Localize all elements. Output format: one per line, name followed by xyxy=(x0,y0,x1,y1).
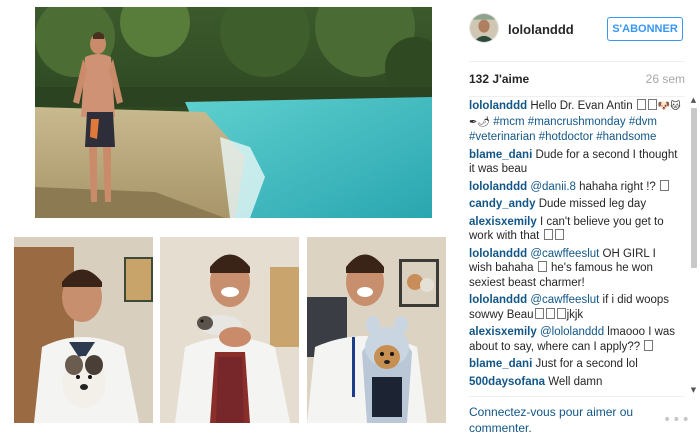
missing-emoji-icon xyxy=(556,307,566,319)
emoji-icon: 🐶🐱 xyxy=(657,101,681,112)
photo-doctor-with-costumed-dog[interactable] xyxy=(307,237,446,423)
divider xyxy=(469,396,685,397)
hashtag-link[interactable]: #hotdoctor xyxy=(539,131,593,143)
comment-item: lololanddd @cawffeeslut if i did woops s… xyxy=(469,293,681,322)
comment-item: alexisxemily @lololanddd lmaooo I was ab… xyxy=(469,325,681,354)
comment-author[interactable]: lololanddd xyxy=(469,100,527,112)
post-header: lololanddd S'ABONNER xyxy=(458,0,700,58)
comment-item: alexisxemily I can't believe you get to … xyxy=(469,215,681,244)
comment-author[interactable]: candy_andy xyxy=(469,198,535,210)
comment-text: jkjk xyxy=(566,308,584,321)
comment-text: Dude missed leg day xyxy=(538,198,647,210)
comment-text: hahaha right !? xyxy=(575,180,660,193)
photo-doctor-with-puppy[interactable] xyxy=(14,237,153,423)
comment-list: lololanddd Hello Dr. Evan Antin 🐶🐱 ✒🌶 #m… xyxy=(469,99,681,394)
comment-author[interactable]: alexisxemily xyxy=(469,326,537,338)
photo-doctor-with-rat[interactable] xyxy=(160,237,299,423)
missing-emoji-icon xyxy=(545,307,555,319)
mention-link[interactable]: @cawffeeslut xyxy=(530,294,599,306)
mention-link[interactable]: @danii.8 xyxy=(530,181,576,193)
hashtag-link[interactable]: #handsome xyxy=(596,131,656,143)
emoji-icon: ✒🌶 xyxy=(469,116,491,128)
missing-emoji-icon xyxy=(660,179,670,191)
post-sidebar: lololanddd S'ABONNER 132 J'aime 26 sem l… xyxy=(458,0,700,436)
missing-emoji-icon xyxy=(644,339,654,351)
missing-emoji-icon xyxy=(537,261,547,272)
comment-author[interactable]: blame_dani xyxy=(469,149,532,161)
comment-author[interactable]: lololanddd xyxy=(469,248,527,260)
missing-emoji-icon xyxy=(554,229,564,240)
comment-item: blame_dani Dude for a second I thought i… xyxy=(469,148,681,177)
comment-author[interactable]: 500daysofana xyxy=(469,376,545,388)
comment-author[interactable]: alexisxemily xyxy=(469,216,537,228)
hashtag-link[interactable]: #mancrushmonday xyxy=(528,116,626,128)
follow-button[interactable]: S'ABONNER xyxy=(607,17,683,41)
comment-text: Just for a second lol xyxy=(535,358,638,370)
post-timestamp[interactable]: 26 sem xyxy=(646,72,685,86)
hashtag-link[interactable]: #mcm xyxy=(493,116,524,128)
missing-emoji-icon xyxy=(636,99,646,110)
missing-emoji-icon xyxy=(534,307,544,319)
comment-item: lololanddd Hello Dr. Evan Antin 🐶🐱 ✒🌶 #m… xyxy=(469,99,681,145)
login-to-like-link[interactable]: Connectez-vous pour aimer ou commenter. xyxy=(469,404,639,436)
scroll-up-arrow-icon[interactable]: ▲ xyxy=(690,96,697,104)
like-count[interactable]: 132 J'aime xyxy=(469,72,529,86)
scroll-thumb[interactable] xyxy=(691,108,697,268)
comment-item: lololanddd @cawffeeslut OH GIRL I wish b… xyxy=(469,247,681,291)
missing-emoji-icon xyxy=(647,99,657,110)
comment-item: lololanddd @danii.8 hahaha right !? xyxy=(469,179,681,195)
comment-item: 500daysofana Well damn xyxy=(469,375,681,390)
comment-author[interactable]: blame_dani xyxy=(469,358,532,370)
divider xyxy=(469,96,685,97)
post-media xyxy=(0,0,458,436)
comments-scrollbar[interactable]: ▲ ▼ xyxy=(689,96,698,394)
comment-item: candy_andy Dude missed leg day xyxy=(469,197,681,212)
divider xyxy=(469,61,685,62)
scroll-down-arrow-icon[interactable]: ▼ xyxy=(690,386,697,394)
comment-author[interactable]: lololanddd xyxy=(469,294,527,306)
mention-link[interactable]: @cawffeeslut xyxy=(530,248,599,260)
avatar[interactable] xyxy=(469,13,499,43)
comment-text: Well damn xyxy=(548,375,603,388)
post-username[interactable]: lololanddd xyxy=(508,22,574,37)
main-photo-waterfall[interactable] xyxy=(35,7,432,218)
comment-text: Hello Dr. Evan Antin xyxy=(530,100,636,112)
more-dots-icon[interactable]: ••• xyxy=(663,412,691,428)
missing-emoji-icon xyxy=(543,229,553,240)
comment-author[interactable]: lololanddd xyxy=(469,181,527,193)
hashtag-link[interactable]: #dvm xyxy=(629,116,657,128)
hashtag-link[interactable]: #veterinarian xyxy=(469,131,535,143)
comment-item: blame_dani Just for a second lol xyxy=(469,357,681,372)
mention-link[interactable]: @lololanddd xyxy=(540,326,604,338)
instagram-post-page: lololanddd S'ABONNER 132 J'aime 26 sem l… xyxy=(0,0,700,436)
